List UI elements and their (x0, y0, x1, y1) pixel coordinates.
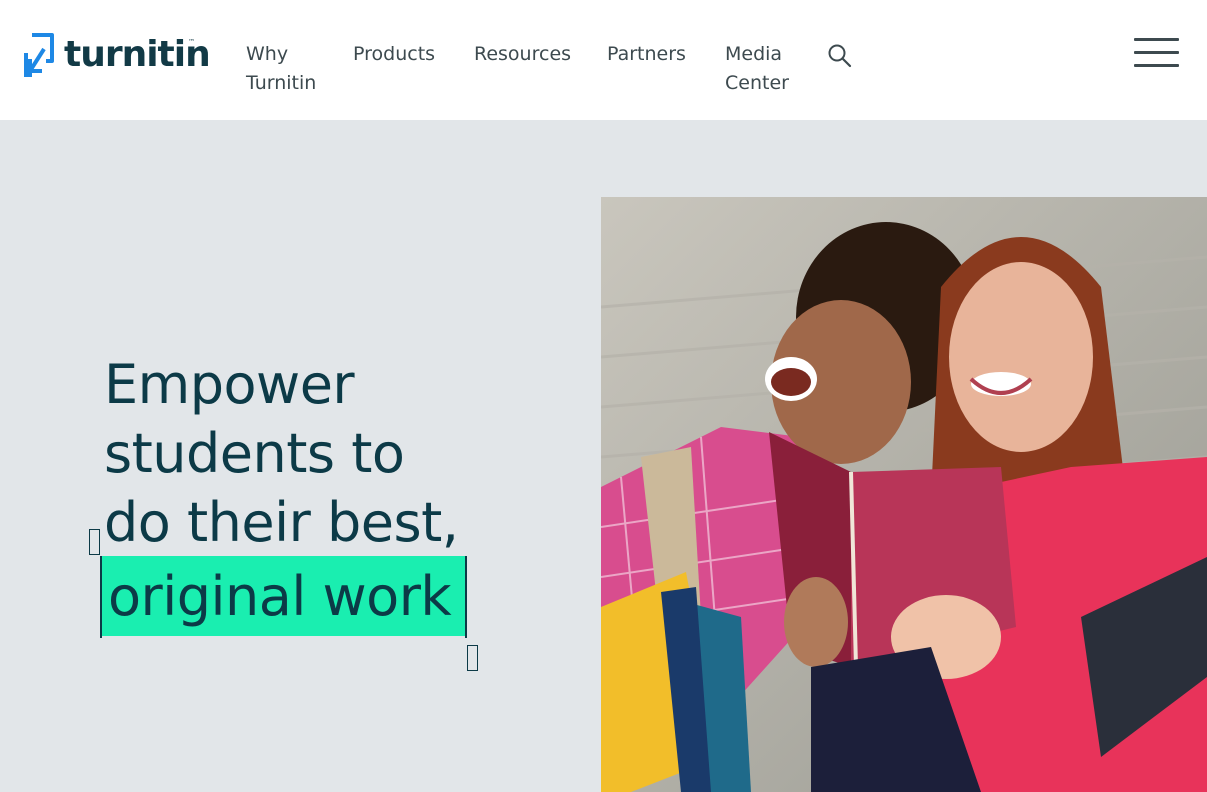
nav-label: Resources (474, 43, 572, 65)
selection-handle-end (467, 645, 478, 671)
nav-media-center[interactable]: Media Center (725, 40, 789, 98)
headline-line: Empower (104, 353, 355, 416)
hero-photo-students-reading (601, 197, 1207, 792)
nav-why-turnitin[interactable]: Why Turnitin (246, 40, 316, 98)
hamburger-menu-icon-bar (1134, 51, 1179, 54)
nav-label: Products (353, 43, 436, 65)
nav-partners[interactable]: Partners (607, 40, 686, 69)
headline-line: students to (104, 422, 405, 485)
text-selection-bar-left (100, 556, 102, 638)
logo-trademark: ™ (188, 38, 195, 46)
nav-label-line1: Media (725, 43, 783, 65)
nav-label-line1: Why (246, 43, 289, 65)
nav-label-line2: Center (725, 72, 789, 94)
hamburger-menu-button[interactable] (1134, 36, 1180, 68)
hero-section: Empower students to do their best, (0, 120, 1207, 792)
nav-label: Partners (607, 43, 686, 65)
nav-products[interactable]: Products (353, 40, 435, 69)
turnitin-logo-icon (22, 31, 58, 83)
headline-line: do their best, (104, 491, 459, 554)
selection-handle-start (89, 529, 100, 555)
search-icon (828, 44, 852, 68)
site-header: turnitin ™ Why Turnitin Products Resourc… (0, 0, 1207, 120)
hero-headline: Empower students to do their best, (104, 350, 524, 557)
nav-label-line2: Turnitin (246, 72, 317, 94)
headline-highlighted-text: original work (108, 565, 452, 628)
hamburger-menu-icon-bar (1134, 38, 1179, 41)
nav-resources[interactable]: Resources (474, 40, 571, 69)
turnitin-logo[interactable]: turnitin ™ (22, 30, 211, 84)
search-button[interactable] (826, 42, 854, 70)
text-selection-bar-right (465, 556, 467, 638)
hamburger-menu-icon-bar (1134, 64, 1179, 67)
